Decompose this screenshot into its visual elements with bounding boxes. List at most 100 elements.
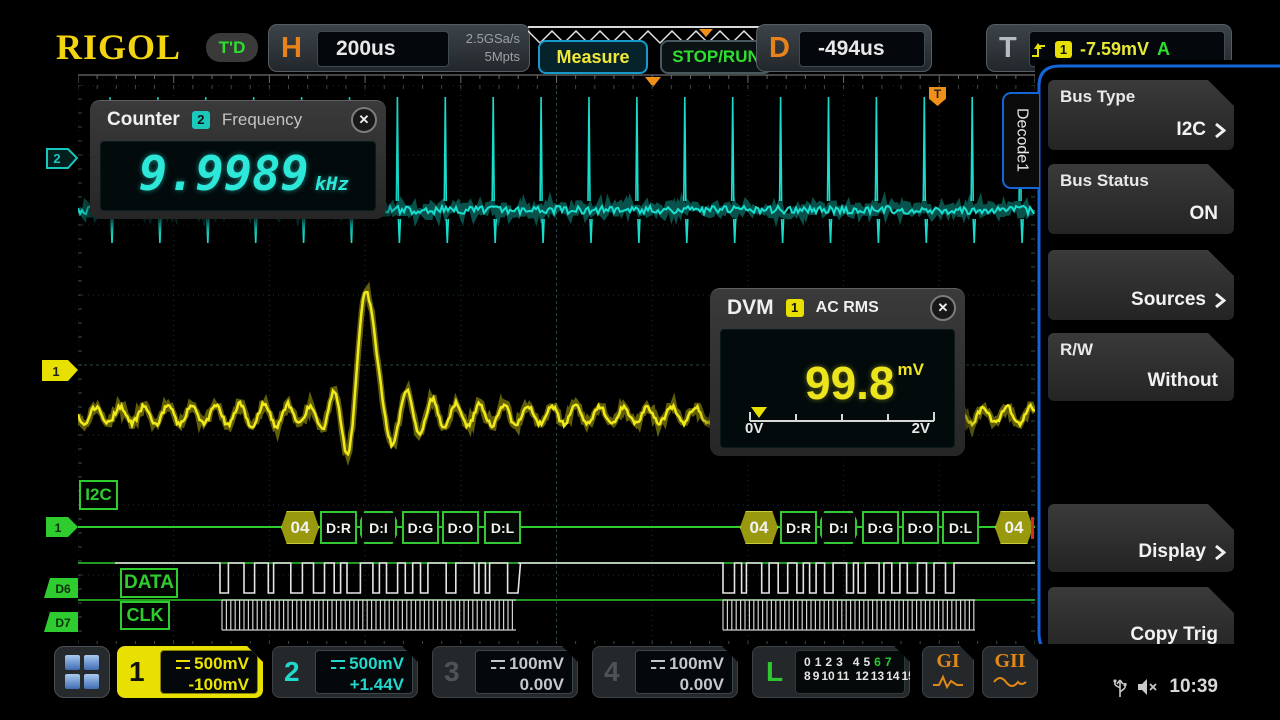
dvm-title: DVM xyxy=(727,296,774,320)
dc-coupling-icon xyxy=(491,660,505,669)
svg-text:D7: D7 xyxy=(55,616,71,630)
h-label: H xyxy=(281,32,302,65)
chevron-right-icon xyxy=(1213,544,1226,561)
dc-coupling-icon xyxy=(331,660,345,669)
timebase-value[interactable]: 200us xyxy=(317,31,449,67)
decode-truncated-marker xyxy=(1031,517,1034,539)
speaker-muted-icon xyxy=(1137,678,1159,696)
bottom-bar: 1 500mV -100mV 2 500mV +1.44V 3 100mV 0.… xyxy=(0,644,1280,720)
delay-panel[interactable]: D -494us xyxy=(756,24,932,72)
trigger-status-badge: T'D xyxy=(206,33,258,62)
counter-display: 9.9989 kHz xyxy=(100,141,376,211)
status-area: 10:39 xyxy=(1113,676,1218,698)
g2-source-button[interactable]: GII xyxy=(982,646,1038,698)
counter-panel-header[interactable]: Counter 2 Frequency ✕ xyxy=(90,101,386,139)
decode-frame: D:I xyxy=(820,511,857,544)
decode1-tab[interactable]: Decode1 xyxy=(1002,92,1039,189)
dvm-panel-header[interactable]: DVM 1 AC RMS ✕ xyxy=(710,289,965,327)
sample-rate: 2.5GSa/s xyxy=(466,30,520,48)
grid-square-icon xyxy=(65,674,80,689)
g1-source-button[interactable]: GI xyxy=(922,646,974,698)
decode-frame: D:O xyxy=(442,511,479,544)
logic-channels-button[interactable]: L 01 23 45 67 89 1011 1213 1415 xyxy=(752,646,910,698)
dvm-panel[interactable]: DVM 1 AC RMS ✕ 99.8 mV 0V 2V xyxy=(710,288,965,456)
rigol-logo: RIGOL xyxy=(56,26,181,68)
chevron-right-icon xyxy=(1213,122,1226,139)
channel2-settings: 500mV +1.44V xyxy=(315,650,413,694)
measure-button[interactable]: Measure xyxy=(538,40,648,74)
waveform-icon xyxy=(931,674,965,690)
svg-text:D6: D6 xyxy=(55,582,71,596)
t-label: T xyxy=(999,32,1017,65)
decode-frame: D:G xyxy=(862,511,899,544)
channel2-button[interactable]: 2 500mV +1.44V xyxy=(272,646,418,698)
channel3-button[interactable]: 3 100mV 0.00V xyxy=(432,646,578,698)
decode-frame: D:L xyxy=(484,511,521,544)
channel1-button[interactable]: 1 500mV -100mV xyxy=(117,646,263,698)
menu-grid-button[interactable] xyxy=(54,646,110,698)
counter-mode: Frequency xyxy=(222,110,302,130)
grid-square-icon xyxy=(84,674,99,689)
decode-menu-sidebar: Bus Type I2C Bus Status ON Sources R/W W… xyxy=(1035,60,1280,668)
counter-panel[interactable]: Counter 2 Frequency ✕ 9.9989 kHz xyxy=(90,100,386,219)
decode-frame-address: 04 xyxy=(281,511,319,544)
dvm-close-button[interactable]: ✕ xyxy=(930,295,956,321)
decode-frame: D:L xyxy=(942,511,979,544)
delay-value[interactable]: -494us xyxy=(799,31,925,67)
d-label: D xyxy=(769,32,790,65)
svg-text:1: 1 xyxy=(55,521,62,535)
counter-close-button[interactable]: ✕ xyxy=(351,107,377,133)
decode-frame: D:G xyxy=(402,511,439,544)
oscilloscope-screen: RIGOL T'D H 200us 2.5GSa/s 5Mpts Measure… xyxy=(0,0,1280,720)
logic-channel-list: 01 23 45 67 89 1011 1213 1415 xyxy=(795,650,905,694)
menu-item-rw[interactable]: R/W Without xyxy=(1048,333,1234,401)
channel3-settings: 100mV 0.00V xyxy=(475,650,573,694)
counter-title: Counter xyxy=(107,109,180,131)
grid-square-icon xyxy=(65,655,80,670)
decode-frame-address: 04 xyxy=(740,511,778,544)
menu-item-bus-status[interactable]: Bus Status ON xyxy=(1048,164,1234,234)
clk-trace-label: CLK xyxy=(120,601,170,630)
counter-channel-badge: 2 xyxy=(192,111,210,129)
svg-text:2: 2 xyxy=(53,151,60,166)
dvm-scale-max: 2V xyxy=(912,420,930,437)
acquisition-stats: 2.5GSa/s 5Mpts xyxy=(466,30,520,66)
menu-item-display[interactable]: Display xyxy=(1048,504,1234,572)
dvm-scale-bar xyxy=(749,405,935,423)
memory-depth: 5Mpts xyxy=(466,48,520,66)
dvm-display: 99.8 mV 0V 2V xyxy=(720,329,955,448)
usb-icon xyxy=(1113,676,1127,698)
decode-frame: D:R xyxy=(320,511,357,544)
data-trace-label: DATA xyxy=(120,568,178,598)
dc-coupling-icon xyxy=(651,660,665,669)
menu-item-sources[interactable]: Sources xyxy=(1048,250,1234,320)
dvm-channel-badge: 1 xyxy=(786,299,804,317)
d6-channel-marker[interactable]: D6 xyxy=(44,578,78,598)
dvm-mode: AC RMS xyxy=(816,299,879,317)
channel4-button[interactable]: 4 100mV 0.00V xyxy=(592,646,738,698)
channel2-position-marker[interactable]: 2 xyxy=(46,148,78,169)
dvm-value: 99.8 xyxy=(805,356,895,410)
decode-frame: D:R xyxy=(780,511,817,544)
channel1-settings: 500mV -100mV xyxy=(160,650,258,694)
rising-edge-icon xyxy=(1030,40,1047,59)
dvm-needle-icon xyxy=(751,407,767,418)
counter-unit: kHz xyxy=(315,173,349,195)
decode-source-marker[interactable]: 1 xyxy=(46,517,78,537)
dc-coupling-icon xyxy=(176,660,190,669)
decode-frame-address: 04 xyxy=(995,511,1033,544)
channel4-settings: 100mV 0.00V xyxy=(635,650,733,694)
horizontal-timebase-panel[interactable]: H 200us 2.5GSa/s 5Mpts xyxy=(268,24,530,72)
sine-wave-icon xyxy=(992,674,1028,690)
channel1-position-marker[interactable]: 1 xyxy=(42,360,78,381)
svg-text:1: 1 xyxy=(52,364,59,379)
bus-type-label: I2C xyxy=(79,480,118,510)
menu-item-bus-type[interactable]: Bus Type I2C xyxy=(1048,80,1234,150)
clock: 10:39 xyxy=(1169,676,1218,698)
d7-channel-marker[interactable]: D7 xyxy=(44,612,78,632)
counter-value: 9.9989 xyxy=(139,147,309,202)
grid-square-icon xyxy=(84,655,99,670)
trigger-source-badge: 1 xyxy=(1055,41,1072,58)
dvm-unit: mV xyxy=(898,360,924,380)
chevron-right-icon xyxy=(1213,292,1226,309)
